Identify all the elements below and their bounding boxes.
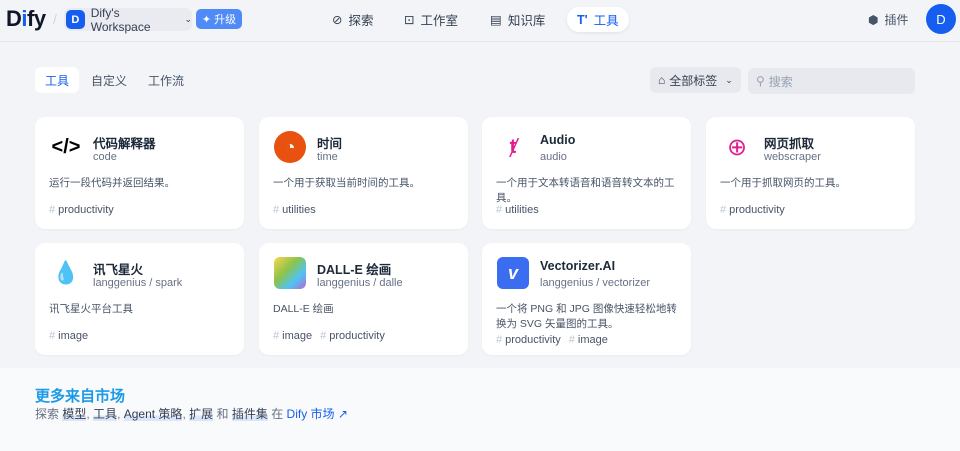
chevron-down-icon: ⌄ (184, 14, 192, 24)
tab-workflow[interactable]: 工作流 (138, 67, 194, 93)
tool-name: DALL-E 绘画 (317, 263, 392, 277)
tool-name: Audio (540, 133, 576, 147)
tab-tools[interactable]: 工具 (35, 67, 80, 93)
search-input[interactable]: ⚲ 搜索 (748, 68, 915, 94)
tag: # productivity (496, 334, 561, 346)
tag: # utilities (496, 204, 539, 216)
chevron-down-icon: ⌄ (725, 74, 733, 85)
upgrade-button[interactable]: ✦ 升级 (196, 9, 242, 29)
tool-id: audio (540, 151, 567, 163)
tag: # productivity (49, 204, 114, 216)
marketplace-title: 更多来自市场 (35, 388, 126, 405)
marketplace-section: 更多来自市场 探索 模型, 工具, Agent 策略, 扩展 和 插件集 在 D… (0, 368, 960, 451)
workspace-selector[interactable]: D Dify's Workspace ⌄ (64, 6, 192, 34)
tool-name: 网页抓取 (764, 137, 815, 151)
spark-icon: 💧 (52, 260, 80, 285)
dalle-icon (274, 257, 306, 289)
clock-icon: ◔ (274, 131, 306, 163)
tool-description: 运行一段代码并返回结果。 (49, 177, 175, 189)
tool-id: time (317, 151, 338, 163)
tag: # image (49, 330, 89, 342)
tool-card[interactable]: ⊕ 网页抓取 webscraper 一个用于抓取网页的工具。 # producti… (706, 117, 915, 229)
nav-explore[interactable]: ⊘ 探索 (322, 7, 384, 32)
robot-icon: ⊡ (404, 13, 415, 27)
tool-tags: # utilities (496, 204, 539, 216)
tool-tags: # image (49, 330, 88, 342)
marketplace-subtitle: 探索 模型, 工具, Agent 策略, 扩展 和 插件集 在 Dify 市场 … (35, 407, 348, 421)
tool-name: 讯飞星火 (93, 263, 144, 277)
tag: # image (273, 330, 313, 342)
tool-description: 一个用于文本转语音和语音转文本的工具。 (496, 177, 675, 204)
nav-knowledge[interactable]: ▤ 知识库 (480, 7, 555, 32)
vectorizer-icon: v (497, 257, 529, 289)
user-avatar[interactable]: D (926, 4, 956, 34)
search-icon: ⚲ (756, 74, 765, 88)
workspace-avatar: D (66, 10, 85, 29)
tool-card[interactable]: v Vectorizer.AI langgenius / vectorizer … (482, 243, 691, 355)
tool-id: langgenius / vectorizer (540, 277, 651, 289)
tag-filter[interactable]: ⌂ 全部标签 ⌄ (650, 67, 741, 93)
web-icon: ⊕ (726, 133, 748, 161)
tag: # utilities (273, 204, 316, 216)
dify-marketplace-link[interactable]: Dify 市场 ↗ (287, 407, 348, 421)
tool-description: 讯飞星火平台工具 (49, 303, 133, 315)
tool-description: 一个将 PNG 和 JPG 图像快速轻松地转换为 SVG 矢量图的工具。 (496, 303, 677, 330)
tool-name: Vectorizer.AI (540, 259, 616, 273)
tab-custom[interactable]: 自定义 (81, 67, 137, 93)
nav-tools[interactable]: T' 工具 (567, 7, 629, 32)
book-icon: ▤ (490, 13, 502, 27)
tool-card[interactable]: 💧 讯飞星火 langgenius / spark 讯飞星火平台工具 # imag… (35, 243, 244, 355)
tool-tags: # utilities (273, 204, 316, 216)
tool-name: 代码解释器 (93, 137, 156, 151)
tag: # image (568, 334, 608, 346)
audio-icon: ⱦ (509, 135, 517, 158)
divider: / (53, 11, 57, 27)
tool-id: langgenius / spark (93, 277, 183, 289)
tool-id: webscraper (764, 151, 821, 163)
tool-id: langgenius / dalle (317, 277, 403, 289)
code-icon: </> (51, 135, 81, 158)
cube-icon: ⬢ (868, 12, 879, 27)
nav-studio[interactable]: ⊡ 工作室 (394, 7, 468, 32)
tools-icon: T' (577, 12, 588, 27)
tool-card[interactable]: DALL-E 绘画 langgenius / dalle DALL-E 绘画 #… (259, 243, 468, 355)
tool-name: 时间 (317, 137, 343, 151)
compass-icon: ⊘ (332, 13, 343, 27)
tool-description: 一个用于抓取网页的工具。 (720, 177, 846, 189)
tool-tags: # productivity (49, 204, 114, 216)
tool-description: DALL-E 绘画 (273, 303, 334, 315)
tool-description: 一个用于获取当前时间的工具。 (273, 177, 420, 189)
top-bar: Dify / D Dify's Workspace ⌄ ✦ 升级 ⊘ 探索 ⊡ 工作室 … (0, 0, 960, 42)
tool-tags: # image # productivity (273, 330, 385, 342)
tool-tags: # productivity (720, 204, 785, 216)
sparkle-icon: ✦ (201, 13, 212, 26)
tool-id: code (93, 151, 117, 163)
tag: # productivity (720, 204, 785, 216)
tool-card[interactable]: ⱦ Audio audio 一个用于文本转语音和语音转文本的工具。 # utili… (482, 117, 691, 229)
plugins-button[interactable]: ⬢ 插件 (868, 11, 909, 28)
tool-tags: # productivity # image (496, 334, 608, 346)
tool-card[interactable]: </> 代码解释器 code 运行一段代码并返回结果。 # productivit… (35, 117, 244, 229)
tag-icon: ⌂ (658, 73, 666, 87)
tool-card[interactable]: ◔ 时间 time 一个用于获取当前时间的工具。 # utilities (259, 117, 468, 229)
tag: # productivity (320, 330, 385, 342)
dify-logo[interactable]: Dify (6, 6, 46, 32)
